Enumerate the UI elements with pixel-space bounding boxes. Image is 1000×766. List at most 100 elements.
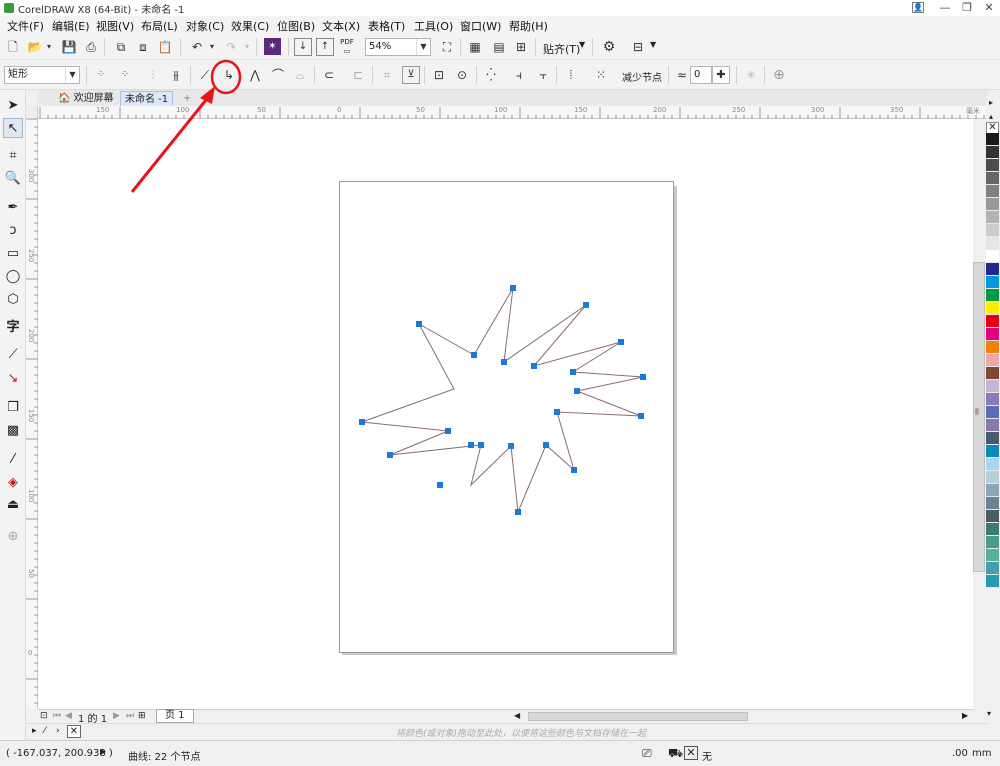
connector-tool-icon[interactable]: ↘ — [3, 369, 23, 389]
polygon-tool-icon[interactable]: ⬡ — [3, 290, 23, 310]
color-swatch[interactable] — [986, 380, 999, 393]
color-swatch[interactable] — [986, 484, 999, 497]
reverse-direction-icon[interactable]: ⊂ — [320, 66, 338, 84]
node-sparkle-icon[interactable]: ✳ — [742, 66, 760, 84]
to-curve-icon[interactable]: ↳ — [220, 66, 238, 84]
color-swatch[interactable] — [986, 172, 999, 185]
color-swatch[interactable] — [986, 237, 999, 250]
elastic-mode-icon[interactable]: ⦙ — [562, 66, 580, 84]
menu-bitmaps[interactable]: 位图(B) — [277, 18, 315, 34]
chevron-down-icon[interactable]: ▼ — [416, 39, 430, 55]
export-icon[interactable]: ↑ — [316, 38, 334, 56]
tab-document[interactable]: 未命名 -1 — [120, 91, 174, 106]
show-guidelines-icon[interactable]: ⊞ — [512, 38, 530, 56]
node-handle[interactable] — [554, 409, 560, 415]
curve-smoothness-icon[interactable]: ≈ — [673, 66, 691, 84]
menu-table[interactable]: 表格(T) — [368, 18, 405, 34]
node-handle[interactable] — [510, 285, 516, 291]
node-handle[interactable] — [437, 482, 443, 488]
color-swatch[interactable] — [986, 432, 999, 445]
smoothness-input[interactable]: 0 — [690, 66, 712, 84]
smoothness-slider-icon[interactable]: ✚ — [712, 66, 730, 84]
zoom-level-combo[interactable]: 54% ▼ — [365, 38, 431, 56]
quick-customize-icon[interactable]: ⊕ — [770, 66, 788, 84]
horizontal-scrollbar[interactable] — [528, 712, 748, 721]
color-swatch[interactable] — [986, 549, 999, 562]
node-handle[interactable] — [515, 509, 521, 515]
eyedropper-icon[interactable]: ⁄ — [44, 726, 46, 736]
color-swatch[interactable] — [986, 289, 999, 302]
first-page-icon[interactable]: ⏮ — [53, 711, 61, 721]
shape-type-combo[interactable]: 矩形 ▼ — [4, 66, 80, 84]
color-swatch[interactable] — [986, 354, 999, 367]
node-handle[interactable] — [618, 339, 624, 345]
node-handle[interactable] — [471, 352, 477, 358]
menu-tools[interactable]: 工具(O) — [414, 18, 453, 34]
color-swatch[interactable] — [986, 523, 999, 536]
color-swatch[interactable] — [986, 458, 999, 471]
drop-shadow-icon[interactable]: ❐ — [3, 398, 23, 418]
color-swatch[interactable] — [986, 159, 999, 172]
color-swatch[interactable] — [986, 419, 999, 432]
pick-tool-icon[interactable]: ➤ — [3, 96, 23, 116]
node-handle[interactable] — [583, 302, 589, 308]
rectangle-tool-icon[interactable]: ▭ — [3, 244, 23, 264]
add-node-icon[interactable]: ⁘ — [92, 66, 110, 84]
node-handle[interactable] — [570, 369, 576, 375]
menu-view[interactable]: 视图(V) — [96, 18, 134, 34]
node-handle[interactable] — [501, 359, 507, 365]
no-fill-swatch[interactable]: ✕ — [684, 746, 698, 760]
text-tool-icon[interactable]: 字 — [3, 318, 23, 338]
palette-scroll-down-icon[interactable]: ▾ — [987, 709, 991, 718]
options-gear-icon[interactable]: ⚙ — [600, 38, 618, 56]
node-handle[interactable] — [543, 442, 549, 448]
application-launcher-icon[interactable]: ⊟ — [629, 38, 647, 56]
node-handle[interactable] — [468, 442, 474, 448]
menu-file[interactable]: 文件(F) — [7, 18, 44, 34]
freehand-tool-icon[interactable]: ✒ — [3, 198, 23, 218]
menu-window[interactable]: 窗口(W) — [460, 18, 501, 34]
extend-curve-icon[interactable]: ⊏ — [349, 66, 367, 84]
chevron-down-icon[interactable]: ▼ — [650, 40, 656, 49]
color-swatch[interactable] — [986, 393, 999, 406]
new-document-icon[interactable]: 🗋 — [4, 38, 22, 56]
color-swatch[interactable] — [986, 328, 999, 341]
node-handle[interactable] — [574, 388, 580, 394]
eyedropper-icon[interactable]: ⁄ — [3, 450, 23, 470]
fill-bucket-icon[interactable]: ⛟ — [668, 746, 683, 762]
node-handle[interactable] — [416, 321, 422, 327]
drawing-canvas[interactable] — [38, 119, 973, 709]
rotate-nodes-icon[interactable]: ⊙ — [453, 66, 471, 84]
new-tab-icon[interactable]: + — [179, 91, 195, 106]
color-swatch[interactable] — [986, 198, 999, 211]
color-swatch[interactable] — [986, 471, 999, 484]
zoom-tool-icon[interactable]: 🔍 — [3, 169, 23, 189]
palette-expand-icon[interactable]: ▸ — [989, 98, 993, 107]
interactive-fill-icon[interactable]: ◈ — [3, 473, 23, 493]
color-swatch[interactable] — [986, 536, 999, 549]
parallel-dimension-icon[interactable]: ⟋ — [3, 345, 23, 365]
to-line-icon[interactable]: ⟋ — [196, 66, 214, 84]
quick-customize-icon[interactable]: ⊕ — [3, 527, 23, 547]
color-swatch[interactable] — [986, 575, 999, 588]
cut-icon[interactable]: ⧉ — [112, 38, 130, 56]
color-swatch[interactable] — [986, 510, 999, 523]
palette-arrow-icon[interactable]: › — [56, 726, 60, 736]
redo-dropdown-icon[interactable]: ▾ — [238, 38, 256, 56]
color-swatch[interactable] — [986, 276, 999, 289]
smart-fill-icon[interactable]: ⏏ — [3, 495, 23, 515]
minimize-icon[interactable]: — — [934, 0, 956, 16]
color-swatch[interactable] — [986, 250, 999, 263]
snap-to-menu[interactable]: 贴齐(T) — [543, 41, 580, 57]
chevron-down-icon[interactable]: ▼ — [579, 40, 585, 49]
last-page-icon[interactable]: ⏭ — [126, 711, 134, 721]
palette-menu-icon[interactable]: ▸ — [32, 726, 37, 736]
color-swatch[interactable] — [986, 133, 999, 146]
close-curve-icon[interactable]: ⊻ — [402, 66, 420, 84]
no-color-swatch[interactable]: ✕ — [67, 725, 81, 738]
node-handle[interactable] — [445, 428, 451, 434]
show-rulers-icon[interactable]: ▦ — [466, 38, 484, 56]
node-handle[interactable] — [478, 442, 484, 448]
scroll-left-icon[interactable]: ◀ — [514, 711, 520, 720]
menu-help[interactable]: 帮助(H) — [509, 18, 548, 34]
